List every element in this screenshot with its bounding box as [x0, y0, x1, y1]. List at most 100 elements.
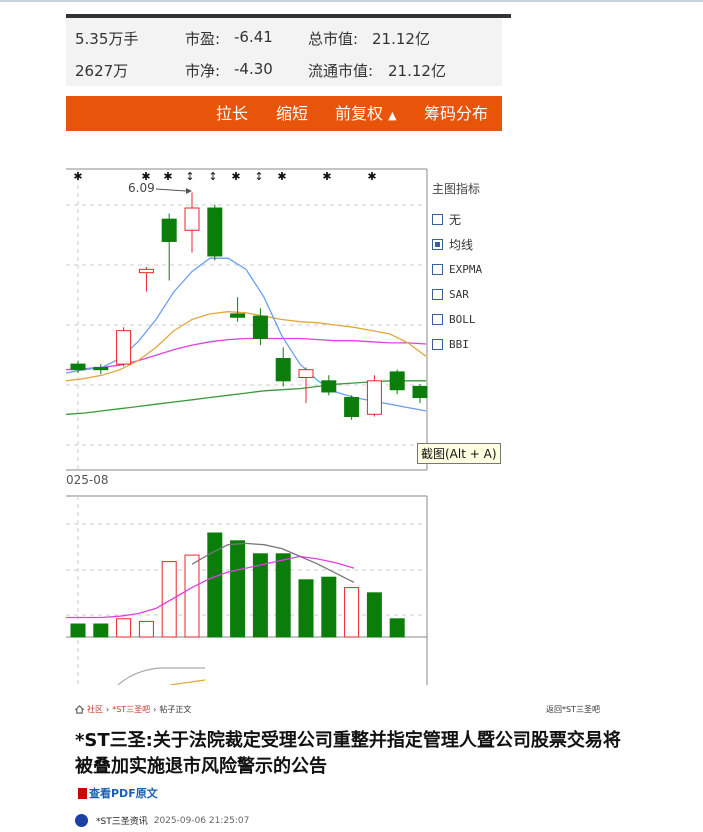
- checkbox[interactable]: [432, 264, 443, 275]
- candle-body: [230, 313, 246, 318]
- volume-bar: [161, 561, 177, 638]
- volume-bar: [70, 623, 86, 638]
- checkbox[interactable]: [432, 289, 443, 300]
- volume-bar: [138, 620, 154, 638]
- stat-volume: 5.35万手: [75, 30, 139, 48]
- event-marker: ↕: [208, 170, 217, 183]
- candle-body: [321, 380, 337, 393]
- event-marker: ↕: [254, 170, 263, 183]
- indicator-option[interactable]: BBI: [432, 332, 542, 357]
- checkbox[interactable]: [432, 339, 443, 350]
- indicator-option[interactable]: SAR: [432, 282, 542, 307]
- view-pdf-link[interactable]: 查看PDF原文: [78, 785, 158, 801]
- indicator-label: SAR: [449, 288, 469, 301]
- volume-gridlines: [66, 496, 427, 685]
- post-time: 2025-09-06 21:25:07: [153, 815, 250, 826]
- volume-bar: [366, 592, 382, 638]
- volume-bar: [298, 579, 314, 638]
- pdf-icon: [78, 787, 87, 799]
- candle-body: [116, 330, 132, 365]
- shrink-button[interactable]: 缩短: [276, 96, 308, 131]
- volume-bar: [230, 540, 246, 638]
- event-marker: ✱: [231, 170, 240, 183]
- candle-body: [366, 380, 382, 415]
- candles: [70, 192, 428, 420]
- back-to-bar-link[interactable]: 返回*ST三圣吧: [546, 704, 600, 715]
- main-indicator-panel: 主图指标 无均线 EXPMA SAR BOLL BBI: [432, 180, 542, 357]
- author-name[interactable]: *ST三圣资讯: [96, 814, 148, 827]
- stat-float-cap-value: 21.12亿: [388, 62, 446, 80]
- forward-adjust-label: 前复权: [335, 104, 384, 123]
- volume-bars: [70, 532, 405, 638]
- checkbox[interactable]: [432, 214, 443, 225]
- sub-indicator-line: [169, 679, 206, 685]
- breadcrumb: 社区 › *ST三圣吧 › 帖子正文: [75, 704, 191, 715]
- candle-body: [161, 218, 177, 242]
- high-annotation: 6.09: [128, 181, 192, 195]
- volume-bar: [275, 553, 291, 638]
- indicator-label: 无: [449, 213, 462, 227]
- event-marker: ✱: [367, 170, 376, 183]
- post-title: *ST三圣:关于法院裁定受理公司重整并指定管理人暨公司股票交易将被叠加实施退市风…: [75, 730, 621, 777]
- indicator-option[interactable]: EXPMA: [432, 257, 542, 282]
- volume-bar: [184, 554, 200, 638]
- indicator-label: 均线: [449, 238, 474, 252]
- stat-amount: 2627万: [75, 62, 129, 80]
- stat-pe-label: 市盈:: [185, 30, 221, 48]
- event-marker: ↕: [185, 170, 194, 183]
- indicator-label: EXPMA: [449, 263, 483, 276]
- stat-mktcap-label: 总市值:: [308, 30, 359, 48]
- volume-bar: [389, 618, 405, 638]
- indicator-label: BBI: [449, 338, 469, 351]
- candle-body: [138, 268, 154, 274]
- candle-body: [275, 358, 291, 382]
- volume-bar: [93, 623, 109, 638]
- event-marker: ✱: [73, 170, 82, 183]
- avatar[interactable]: [75, 814, 88, 827]
- chip-distribution-button[interactable]: 筹码分布: [424, 96, 488, 131]
- checkbox[interactable]: [432, 314, 443, 325]
- chevron-right-icon: ›: [106, 705, 110, 714]
- kline-gridlines: [66, 169, 427, 470]
- breadcrumb-post: 帖子正文: [159, 705, 192, 714]
- browser-top-border: [0, 0, 703, 2]
- kline-chart[interactable]: ✱ ✱ ✱ ↕ ↕ ✱ ↕ ✱ ✱ ✱ 6.09: [0, 150, 430, 685]
- indicator-title: 主图指标: [432, 182, 481, 196]
- chevron-right-icon: ›: [153, 705, 157, 714]
- candle-body: [298, 369, 314, 378]
- stat-pb-label: 市净:: [185, 62, 221, 80]
- candle-body: [207, 207, 223, 257]
- forward-adjust-button[interactable]: 前复权 ▲: [335, 96, 397, 131]
- volume-bar: [344, 587, 360, 638]
- indicator-option[interactable]: 均线: [432, 232, 542, 257]
- candle-body: [184, 207, 200, 231]
- view-pdf-label: 查看PDF原文: [89, 787, 158, 800]
- kline-frame: [66, 168, 428, 471]
- post-author-row: *ST三圣资讯 2025-09-06 21:25:07: [75, 814, 249, 827]
- indicator-option[interactable]: 无: [432, 207, 542, 232]
- screenshot-tooltip: 截图(Alt + A): [417, 443, 501, 464]
- stretch-button[interactable]: 拉长: [216, 96, 248, 131]
- stat-pe-value: -6.41: [234, 28, 273, 46]
- volume-bar: [321, 576, 337, 638]
- event-marker: ✱: [322, 170, 331, 183]
- high-arrow-line: [155, 188, 187, 192]
- quote-stats-panel: 5.35万手 市盈: -6.41 总市值: 21.12亿 2627万 市净: -…: [66, 18, 502, 86]
- candle-body: [93, 366, 109, 371]
- indicator-option[interactable]: BOLL: [432, 307, 542, 332]
- candle-body: [412, 385, 428, 399]
- candle-body: [344, 397, 360, 417]
- stat-float-cap-label: 流通市值:: [308, 62, 374, 80]
- date-axis-label: 025-08: [66, 473, 109, 487]
- indicator-label: BOLL: [449, 313, 476, 326]
- breadcrumb-community[interactable]: 社区: [87, 704, 103, 715]
- checkbox[interactable]: [432, 239, 443, 250]
- event-marker: ✱: [277, 170, 286, 183]
- event-marker: ✱: [163, 170, 172, 183]
- triangle-up-icon: ▲: [388, 109, 397, 122]
- chart-toolbar: 拉长 缩短 前复权 ▲ 筹码分布: [66, 96, 502, 131]
- event-markers: ✱ ✱ ✱ ↕ ↕ ✱ ↕ ✱ ✱ ✱: [73, 170, 376, 183]
- stat-pb-value: -4.30: [234, 60, 273, 78]
- breadcrumb-stock-bar[interactable]: *ST三圣吧: [112, 704, 150, 715]
- high-price-label: 6.09: [128, 181, 155, 195]
